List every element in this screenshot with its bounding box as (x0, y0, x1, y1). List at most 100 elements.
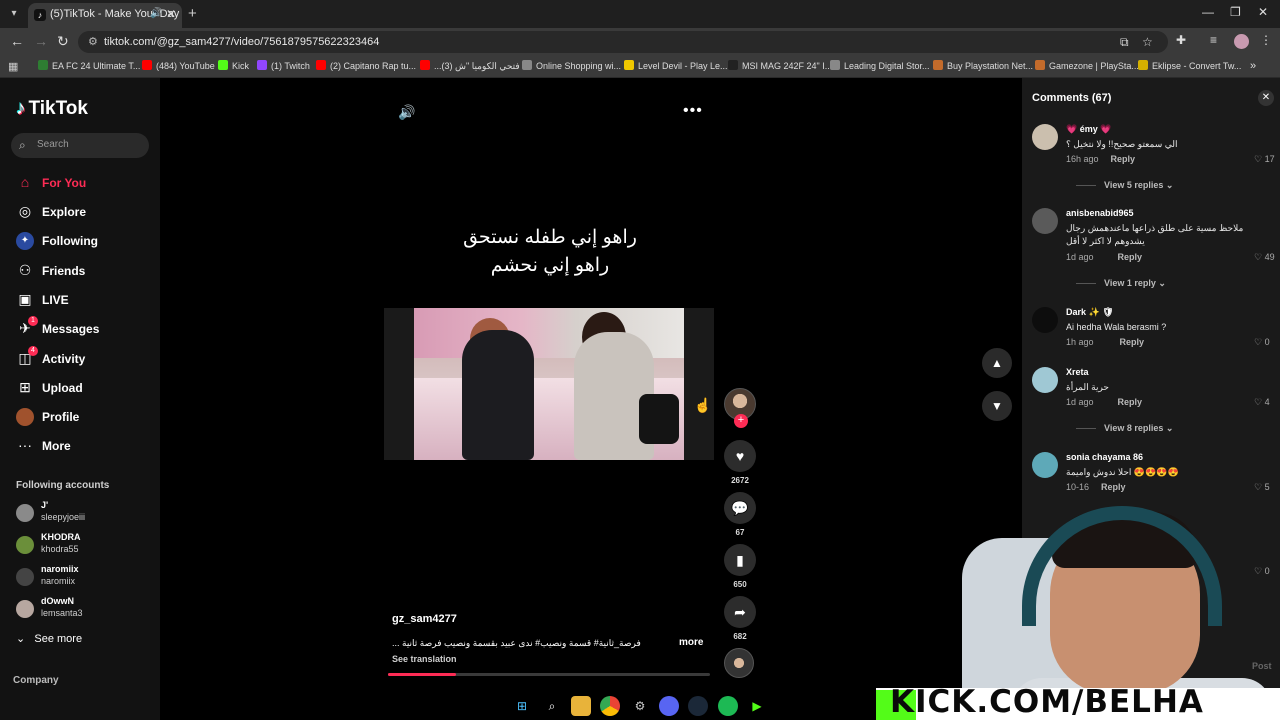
video-player[interactable] (384, 308, 714, 460)
avatar[interactable] (1032, 367, 1058, 393)
live-icon: ▣ (18, 291, 32, 307)
bookmark-item[interactable]: Eklipse - Convert Tw... (1138, 60, 1241, 71)
search-input[interactable]: ⌕ Search (11, 133, 149, 158)
company-link[interactable]: Company (13, 675, 59, 686)
follow-plus-icon[interactable]: + (734, 414, 748, 428)
following-account[interactable]: dOwwN lemsanta3 (16, 596, 156, 624)
bookmark-item[interactable]: Online Shopping wi... (522, 60, 621, 71)
restore-icon[interactable]: ❐ (1230, 5, 1241, 19)
more-options-icon[interactable]: ••• (683, 102, 703, 120)
view-replies-button[interactable]: View 8 replies ⌄ (1076, 423, 1173, 434)
chrome-icon[interactable] (600, 696, 620, 716)
share-button[interactable]: ➦ (724, 596, 756, 628)
reply-button[interactable]: Reply (1118, 397, 1143, 407)
apps-grid-icon[interactable]: ▦ (8, 60, 18, 73)
like-button[interactable]: ♥ (724, 440, 756, 472)
file-explorer-icon[interactable] (571, 696, 591, 716)
comment-button[interactable]: 💬 (724, 492, 756, 524)
app-icon[interactable]: ⚙ (630, 696, 650, 716)
nav-live[interactable]: ▣ LIVE (16, 290, 156, 312)
window-close-icon[interactable]: ✕ (1258, 5, 1268, 19)
back-icon[interactable]: ← (10, 33, 24, 49)
music-disc-icon[interactable] (724, 648, 754, 678)
cast-icon[interactable]: ⧉ (1120, 35, 1129, 50)
following-account[interactable]: J' sleepyjoeiii (16, 500, 156, 528)
comment-user[interactable]: sonia chayama 86 (1066, 452, 1143, 462)
comment-text: حرية المرأة (1066, 382, 1109, 392)
next-video-button[interactable]: ▼ (982, 391, 1012, 421)
nav-friends[interactable]: ⚇ Friends (16, 261, 156, 283)
author-handle[interactable]: gz_sam4277 (392, 613, 622, 625)
see-more-button[interactable]: ⌄ See more (16, 632, 82, 645)
nav-for-you[interactable]: ⌂ For You (16, 173, 156, 195)
site-info-icon[interactable]: ⚙ (88, 35, 98, 48)
close-comments-icon[interactable]: ✕ (1258, 90, 1274, 106)
comment-like[interactable]: ♡ 17 (1254, 154, 1275, 165)
nav-following[interactable]: ✦ Following (16, 231, 156, 253)
nav-explore[interactable]: ◎ Explore (16, 202, 156, 224)
nav-activity[interactable]: ◫ 4 Activity (16, 346, 156, 371)
bookmark-star-icon[interactable]: ☆ (1142, 35, 1153, 49)
avatar[interactable] (1032, 452, 1058, 478)
steam-icon[interactable] (688, 696, 708, 716)
speaker-icon[interactable]: 🔊 (150, 8, 162, 19)
bookmark-item[interactable]: EA FC 24 Ultimate T... (38, 60, 140, 71)
following-account[interactable]: KHODRA khodra55 (16, 532, 156, 560)
tab-close-icon[interactable]: ✕ (166, 7, 176, 21)
view-replies-button[interactable]: View 1 reply ⌄ (1076, 278, 1166, 289)
bookmark-item[interactable]: MSI MAG 242F 24" I... (728, 60, 832, 71)
url-field[interactable]: ⚙ tiktok.com/@gz_sam4277/video/756187957… (78, 31, 1168, 53)
media-icon[interactable]: ≡ (1210, 33, 1217, 47)
new-tab-icon[interactable]: + (188, 5, 197, 22)
previous-video-button[interactable]: ▲ (982, 348, 1012, 378)
see-translation-link[interactable]: See translation (392, 654, 457, 664)
more-button[interactable]: more (679, 637, 703, 648)
browser-menu-icon[interactable]: ⋮ (1260, 33, 1272, 47)
comment-user[interactable]: anisbenabid965 (1066, 208, 1134, 218)
reply-button[interactable]: Reply (1111, 154, 1136, 164)
bookmark-item[interactable]: Buy Playstation Net... (933, 60, 1033, 71)
kick-app-icon[interactable]: ▶ (747, 696, 767, 716)
comment-like[interactable]: ♡ 4 (1254, 397, 1270, 408)
bookmark-item[interactable]: (1) Twitch (257, 60, 310, 71)
search-icon[interactable]: ⌕ (542, 696, 562, 716)
bookmark-item[interactable]: Leading Digital Stor... (830, 60, 930, 71)
comment-user[interactable]: Xreta (1066, 367, 1089, 377)
comment-like[interactable]: ♡ 49 (1254, 252, 1275, 263)
avatar[interactable] (1032, 307, 1058, 333)
windows-start-icon[interactable]: ⊞ (512, 696, 532, 716)
view-replies-button[interactable]: View 5 replies ⌄ (1076, 180, 1173, 191)
tiktok-logo[interactable]: ♪ TikTok (16, 98, 88, 120)
avatar[interactable] (1032, 124, 1058, 150)
bookmark-item[interactable]: (2) Capitano Rap tu... (316, 60, 416, 71)
extensions-icon[interactable]: ✚ (1176, 33, 1186, 47)
volume-icon[interactable]: 🔊 (398, 104, 415, 121)
discord-icon[interactable] (659, 696, 679, 716)
bookmark-item[interactable]: ...فتحي الكوميا "ش (3) (420, 60, 520, 72)
nav-profile[interactable]: Profile (16, 407, 156, 429)
comment-user[interactable]: Dark ✨ 🛡 (1066, 307, 1114, 318)
avatar[interactable] (1032, 208, 1058, 234)
bookmark-item[interactable]: Level Devil - Play Le... (624, 60, 728, 71)
bookmark-item[interactable]: Gamezone | PlaySta... (1035, 60, 1139, 71)
tab-search-icon[interactable]: ▾ (6, 6, 22, 22)
following-account[interactable]: naromiix naromiix (16, 564, 156, 592)
spotify-icon[interactable] (718, 696, 738, 716)
reply-button[interactable]: Reply (1118, 252, 1143, 262)
comment-user[interactable]: 💗 émy 💗 (1066, 124, 1111, 135)
reload-icon[interactable]: ↻ (57, 33, 69, 50)
forward-icon[interactable]: → (34, 33, 48, 49)
nav-more[interactable]: ··· More (16, 436, 156, 458)
bookmark-item[interactable]: (484) YouTube (142, 60, 215, 71)
browser-tab[interactable]: ♪ (5)TikTok - Make Your Day 🔊 ✕ (28, 3, 182, 28)
nav-upload[interactable]: ⊞ Upload (16, 378, 156, 400)
bookmark-item[interactable]: Kick (218, 60, 249, 71)
video-progress-bar[interactable] (388, 673, 710, 676)
bookmarks-overflow-icon[interactable]: » (1250, 60, 1256, 72)
comment-like[interactable]: ♡ 0 (1254, 337, 1270, 348)
save-button[interactable]: ▮ (724, 544, 756, 576)
reply-button[interactable]: Reply (1120, 337, 1145, 347)
nav-messages[interactable]: ✈ 1 Messages (16, 316, 156, 341)
minimize-icon[interactable]: — (1202, 5, 1214, 19)
profile-avatar[interactable] (1234, 34, 1249, 49)
